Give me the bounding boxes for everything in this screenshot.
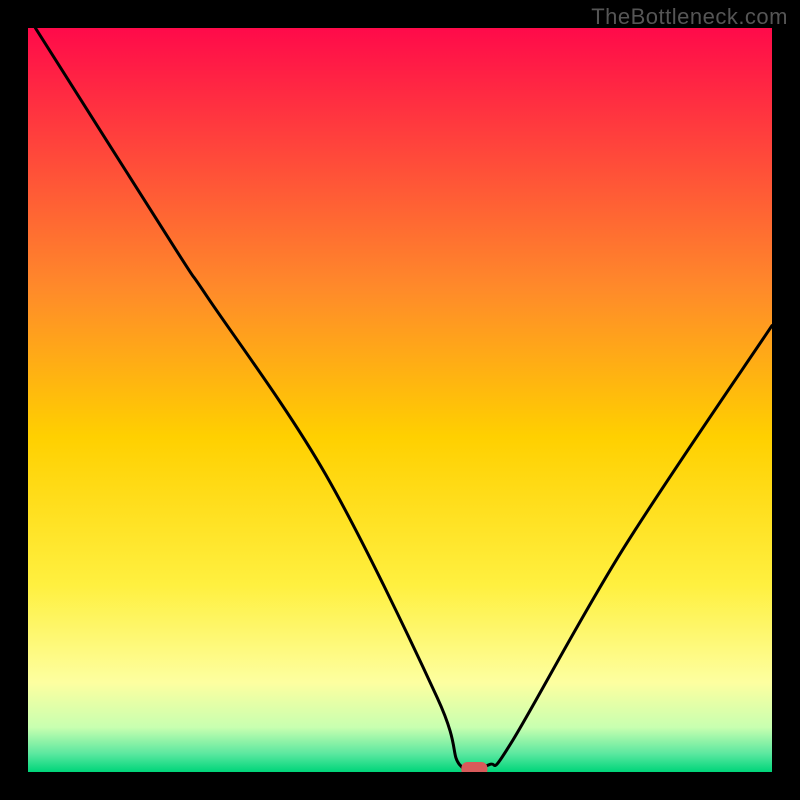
chart-svg: [28, 28, 772, 772]
plot-area: [28, 28, 772, 772]
chart-frame: TheBottleneck.com: [0, 0, 800, 800]
optimal-marker: [461, 762, 487, 772]
gradient-rect: [28, 28, 772, 772]
watermark-text: TheBottleneck.com: [591, 4, 788, 30]
